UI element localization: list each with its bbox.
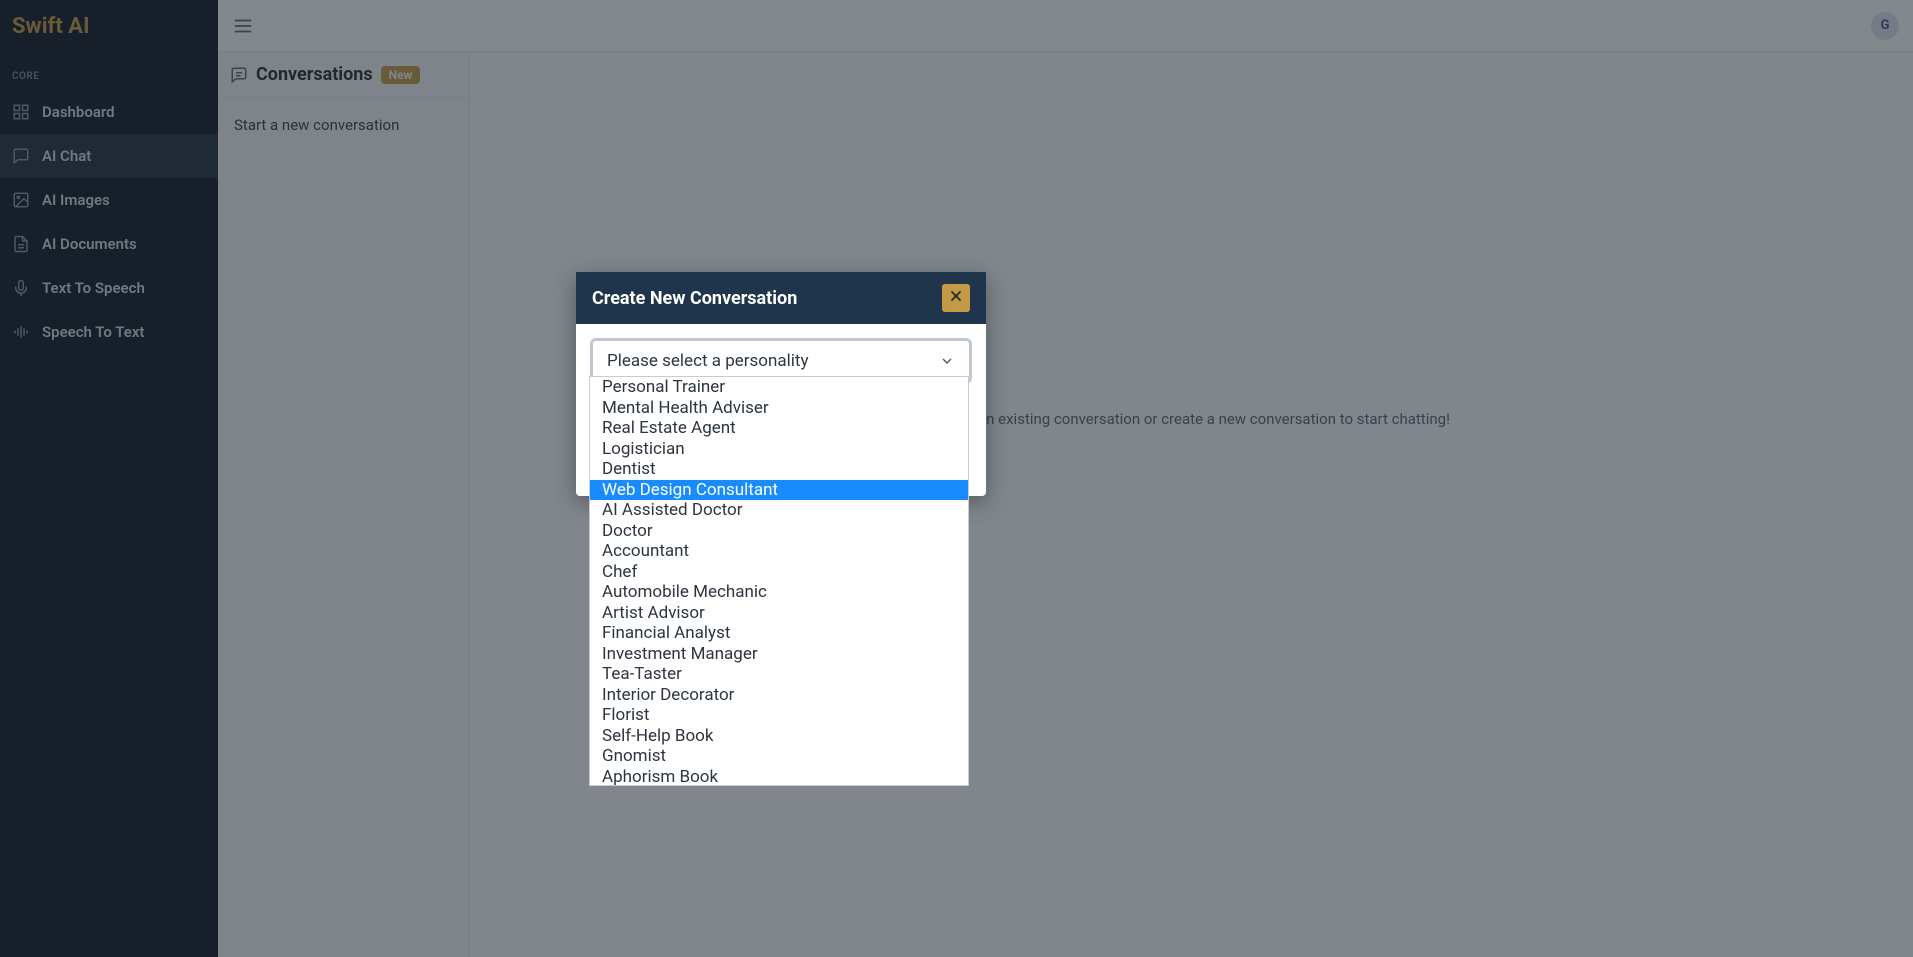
personality-option[interactable]: Artist Advisor [590,603,968,624]
personality-select-placeholder: Please select a personality [607,351,809,371]
personality-option[interactable]: Accountant [590,541,968,562]
personality-option[interactable]: Financial Analyst [590,623,968,644]
personality-option[interactable]: Real Estate Agent [590,418,968,439]
close-icon [947,287,965,309]
personality-option[interactable]: Chef [590,562,968,583]
personality-dropdown[interactable]: Personal TrainerMental Health AdviserRea… [589,376,969,786]
personality-option[interactable]: Dentist [590,459,968,480]
personality-option[interactable]: Web Design Consultant [590,480,968,501]
personality-option[interactable]: Automobile Mechanic [590,582,968,603]
personality-option[interactable]: Doctor [590,521,968,542]
personality-option[interactable]: Logistician [590,439,968,460]
chevron-down-icon [939,353,955,369]
personality-option[interactable]: Interior Decorator [590,685,968,706]
personality-option[interactable]: Personal Trainer [590,377,968,398]
personality-option[interactable]: AI Assisted Doctor [590,500,968,521]
personality-option[interactable]: Tea-Taster [590,664,968,685]
modal-header: Create New Conversation [576,272,986,324]
personality-option[interactable]: Mental Health Adviser [590,398,968,419]
personality-option[interactable]: Florist [590,705,968,726]
personality-option[interactable]: Self-Help Book [590,726,968,747]
personality-option[interactable]: Investment Manager [590,644,968,665]
modal-close-button[interactable] [942,284,970,312]
personality-option[interactable]: Aphorism Book [590,767,968,787]
modal-title: Create New Conversation [592,288,797,309]
personality-option[interactable]: Gnomist [590,746,968,767]
